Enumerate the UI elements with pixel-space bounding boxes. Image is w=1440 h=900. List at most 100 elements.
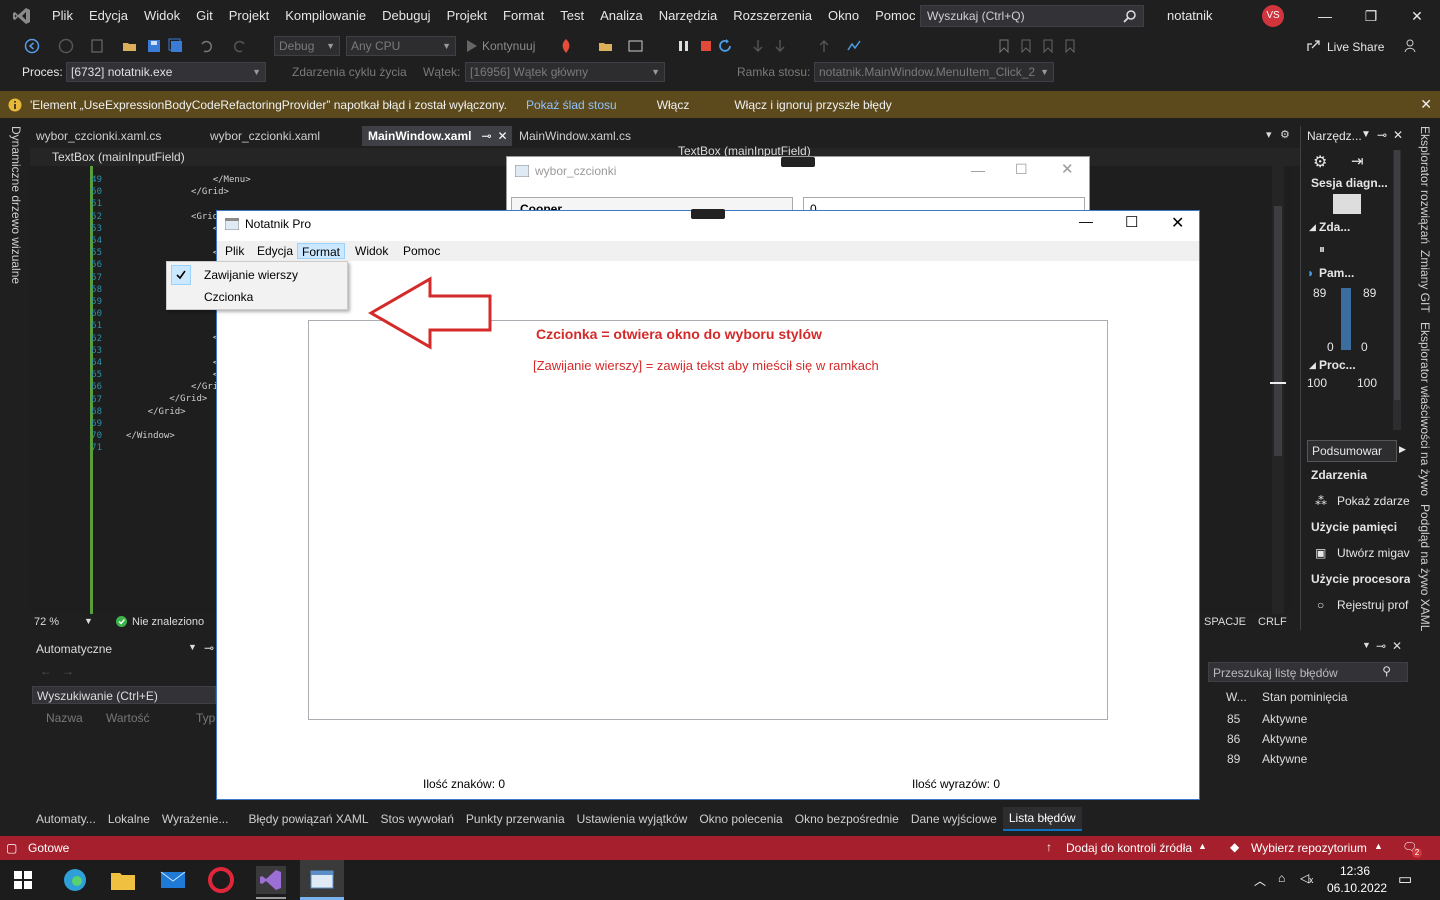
gear-icon[interactable]: ⚙ [1313,152,1327,172]
diagnostics-icon[interactable] [846,38,862,54]
opera-icon[interactable] [208,867,234,893]
bottom-tab[interactable]: Stos wywołań [375,808,460,830]
enable-link[interactable]: Włącz [657,98,690,112]
minimize-icon[interactable]: — [971,162,985,178]
platform-combo[interactable]: Any CPU ▼ [346,36,456,56]
show-stack-link[interactable]: Pokaż ślad stosu [526,98,617,112]
bookmark-next-icon[interactable] [1040,38,1056,54]
forward-icon[interactable] [58,38,74,54]
close-icon[interactable]: ✕ [1061,160,1074,178]
network-icon[interactable]: ⌂ [1278,871,1285,885]
notatnik-taskbar-icon[interactable] [300,860,344,900]
bottom-tab[interactable]: Lista błędów [1002,807,1082,831]
menu-pomoc[interactable]: Pomoc [867,0,923,32]
add-source-control-button[interactable]: Dodaj do kontroli źródła [1066,841,1192,855]
menu-git[interactable]: Git [188,0,221,32]
visual-studio-taskbar-icon[interactable] [256,866,286,894]
bookmark-icon[interactable] [996,38,1012,54]
back-icon[interactable] [24,38,40,54]
column-type[interactable]: Typ [196,711,215,725]
step-out-icon[interactable] [816,38,832,54]
step-into-icon[interactable] [750,38,766,54]
live-share-icon[interactable] [1306,38,1322,54]
close-icon[interactable]: ✕ [1393,128,1403,142]
play-icon[interactable] [464,38,480,54]
collapse-icon[interactable]: ◢ [1309,360,1316,371]
tab-mainwindow-cs[interactable]: MainWindow.xaml.cs [513,126,673,146]
avatar[interactable]: VS [1262,5,1284,27]
drag-handle[interactable] [781,157,815,167]
menu-edycja[interactable]: Edycja [81,0,136,32]
process-combo[interactable]: [6732] notatnik.exe ▼ [66,62,266,82]
new-project-icon[interactable] [90,38,106,54]
np-menu-edycja[interactable]: Edycja [253,243,297,259]
thread-combo[interactable]: [16956] Wątek główny ▼ [465,62,665,82]
stack-frame-combo[interactable]: notatnik.MainWindow.MenuItem_Click_2 ▼ [814,62,1054,82]
drag-handle[interactable] [691,209,725,219]
action-center-icon[interactable]: ▭ [1398,870,1412,888]
edge-icon[interactable] [62,867,88,893]
np-menu-plik[interactable]: Plik [221,243,248,259]
bottom-tab[interactable]: Okno polecenia [693,808,788,830]
xaml-live-preview-tab[interactable]: Podgląd na żywo XAML [1418,504,1432,631]
indent-mode[interactable]: SPACJE [1204,616,1246,628]
autos-search-input[interactable]: Wyszukiwanie (Ctrl+E) [32,686,216,704]
lifecycle-events-button[interactable]: Zdarzenia cyklu życia [292,65,407,79]
window-layout-icon[interactable] [628,38,644,54]
pause-icon[interactable] [676,38,692,54]
vs-search-box[interactable]: Wyszukaj (Ctrl+Q) [920,5,1144,27]
column-name[interactable]: Nazwa [46,711,83,725]
menu-item-font[interactable]: Czcionka [169,287,345,309]
bookmark-prev-icon[interactable] [1018,38,1034,54]
pin-icon[interactable]: ⊸ [1377,128,1387,142]
configuration-combo[interactable]: Debug ▼ [274,36,340,56]
column-value[interactable]: Wartość [106,711,150,725]
maximize-icon[interactable]: ☐ [1125,213,1138,231]
folder-icon[interactable] [598,38,614,54]
table-row[interactable]: 85 Aktywne [1200,710,1410,730]
np-menu-format[interactable]: Format [297,243,346,259]
close-icon[interactable]: ✕ [1394,0,1440,32]
select-repo-button[interactable]: Wybierz repozytorium [1251,841,1367,855]
zoom-level[interactable]: 72 % [34,616,59,628]
close-icon[interactable]: ✕ [1420,96,1432,113]
live-share-button[interactable]: Live Share [1327,40,1384,54]
windows-start-icon[interactable] [14,871,32,889]
close-icon[interactable]: ✕ [1171,213,1184,233]
table-row[interactable]: 89 Aktywne [1200,750,1410,770]
minimize-icon[interactable]: — [1302,0,1348,32]
menu-okno[interactable]: Okno [820,0,867,32]
restart-icon[interactable] [718,38,734,54]
menu-debuguj[interactable]: Debuguj [374,0,438,32]
export-icon[interactable]: ⇥ [1351,152,1364,170]
bookmark-clear-icon[interactable] [1062,38,1078,54]
pin-icon[interactable]: ⊸ [481,129,491,143]
vertical-scrollbar[interactable] [1270,166,1286,614]
error-search-input[interactable]: Przeszukaj listę błędów ⚲ [1208,662,1408,682]
live-visual-tree-tab[interactable]: Dynamiczne drzewo wizualne [9,126,23,284]
menu-narzedzia[interactable]: Narzędzia [651,0,726,32]
navbar-element-combo[interactable]: TextBox (mainInputField) [52,150,185,164]
menu-projekt-2[interactable]: Projekt [439,0,495,32]
back-arrow-icon[interactable]: ← [40,664,52,678]
close-icon[interactable]: ✕ [1392,639,1402,653]
issues-status[interactable]: Nie znaleziono [132,616,204,628]
pin-icon[interactable]: ⊸ [204,641,214,655]
gear-icon[interactable]: ⚙ [1280,128,1290,141]
minimize-icon[interactable]: — [1079,213,1093,229]
show-events-button[interactable]: Pokaż zdarze [1337,494,1410,508]
forward-arrow-icon[interactable]: → [62,664,74,678]
bottom-tab[interactable]: Błędy powiązań XAML [242,808,374,830]
live-property-explorer-tab[interactable]: Eksplorator właściwości na żywo [1418,322,1432,496]
menu-analiza[interactable]: Analiza [592,0,651,32]
save-icon[interactable] [146,38,162,54]
open-folder-icon[interactable] [122,38,138,54]
record-profile-button[interactable]: Rejestruj prof [1337,598,1408,612]
timeline-ruler[interactable] [1333,194,1361,214]
snapshot-button[interactable]: Utwórz migav [1337,546,1410,560]
bottom-tab[interactable]: Wyrażenie... [156,808,235,830]
bottom-tab[interactable]: Okno bezpośrednie [789,808,905,830]
save-all-icon[interactable] [168,38,184,54]
menu-format[interactable]: Format [495,0,552,32]
pin-icon[interactable]: ⊸ [1376,639,1386,653]
